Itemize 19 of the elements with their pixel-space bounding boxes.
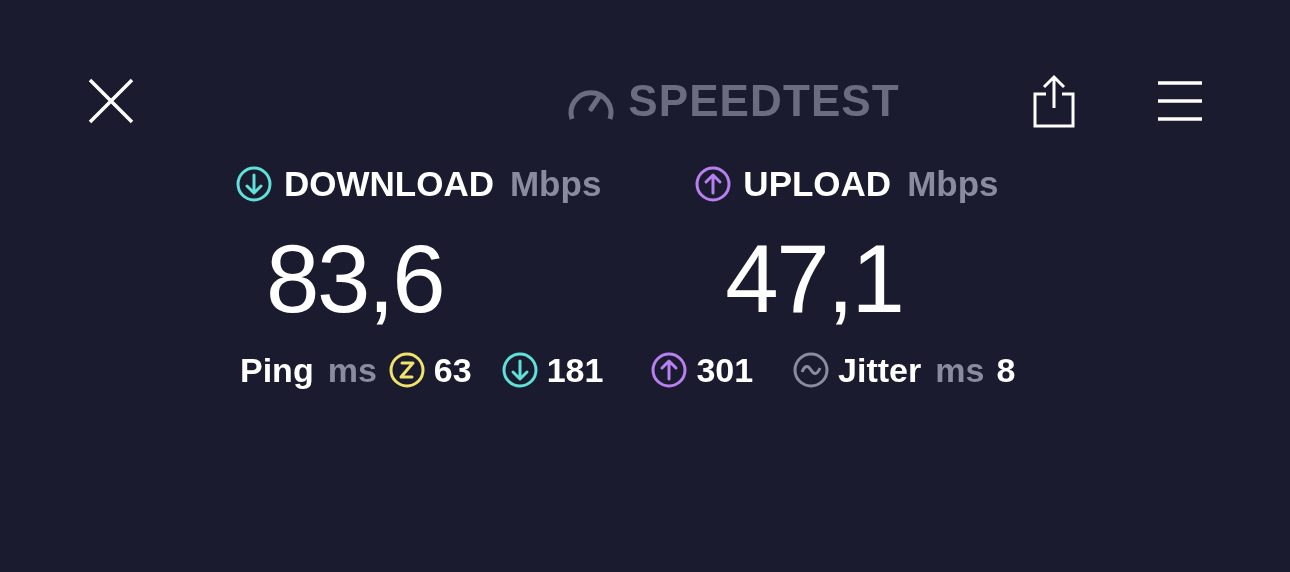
ping-label: Ping bbox=[240, 349, 314, 391]
unit-label: ms bbox=[935, 349, 985, 391]
wave-icon bbox=[793, 352, 830, 388]
result-label: DOWNLOAD bbox=[284, 163, 494, 205]
speed-value: 83,6 bbox=[266, 230, 445, 327]
logo: SPEEDTEST bbox=[628, 75, 900, 127]
menu-icon[interactable] bbox=[1158, 80, 1202, 122]
jitter-label: Jitter bbox=[838, 349, 922, 391]
unit-label: ms bbox=[327, 349, 377, 391]
share-icon[interactable] bbox=[1032, 74, 1076, 128]
ping-value: 301 bbox=[696, 349, 754, 391]
speed-value: 47,1 bbox=[725, 230, 904, 327]
close-icon[interactable] bbox=[88, 78, 134, 124]
ping-value: 181 bbox=[546, 349, 604, 391]
unit-label: Mbps bbox=[907, 163, 999, 205]
unit-label: Mbps bbox=[509, 163, 602, 205]
jitter-value: 8 bbox=[996, 349, 1016, 391]
ping-value: 63 bbox=[433, 349, 472, 391]
result-label: UPLOAD bbox=[743, 163, 892, 205]
